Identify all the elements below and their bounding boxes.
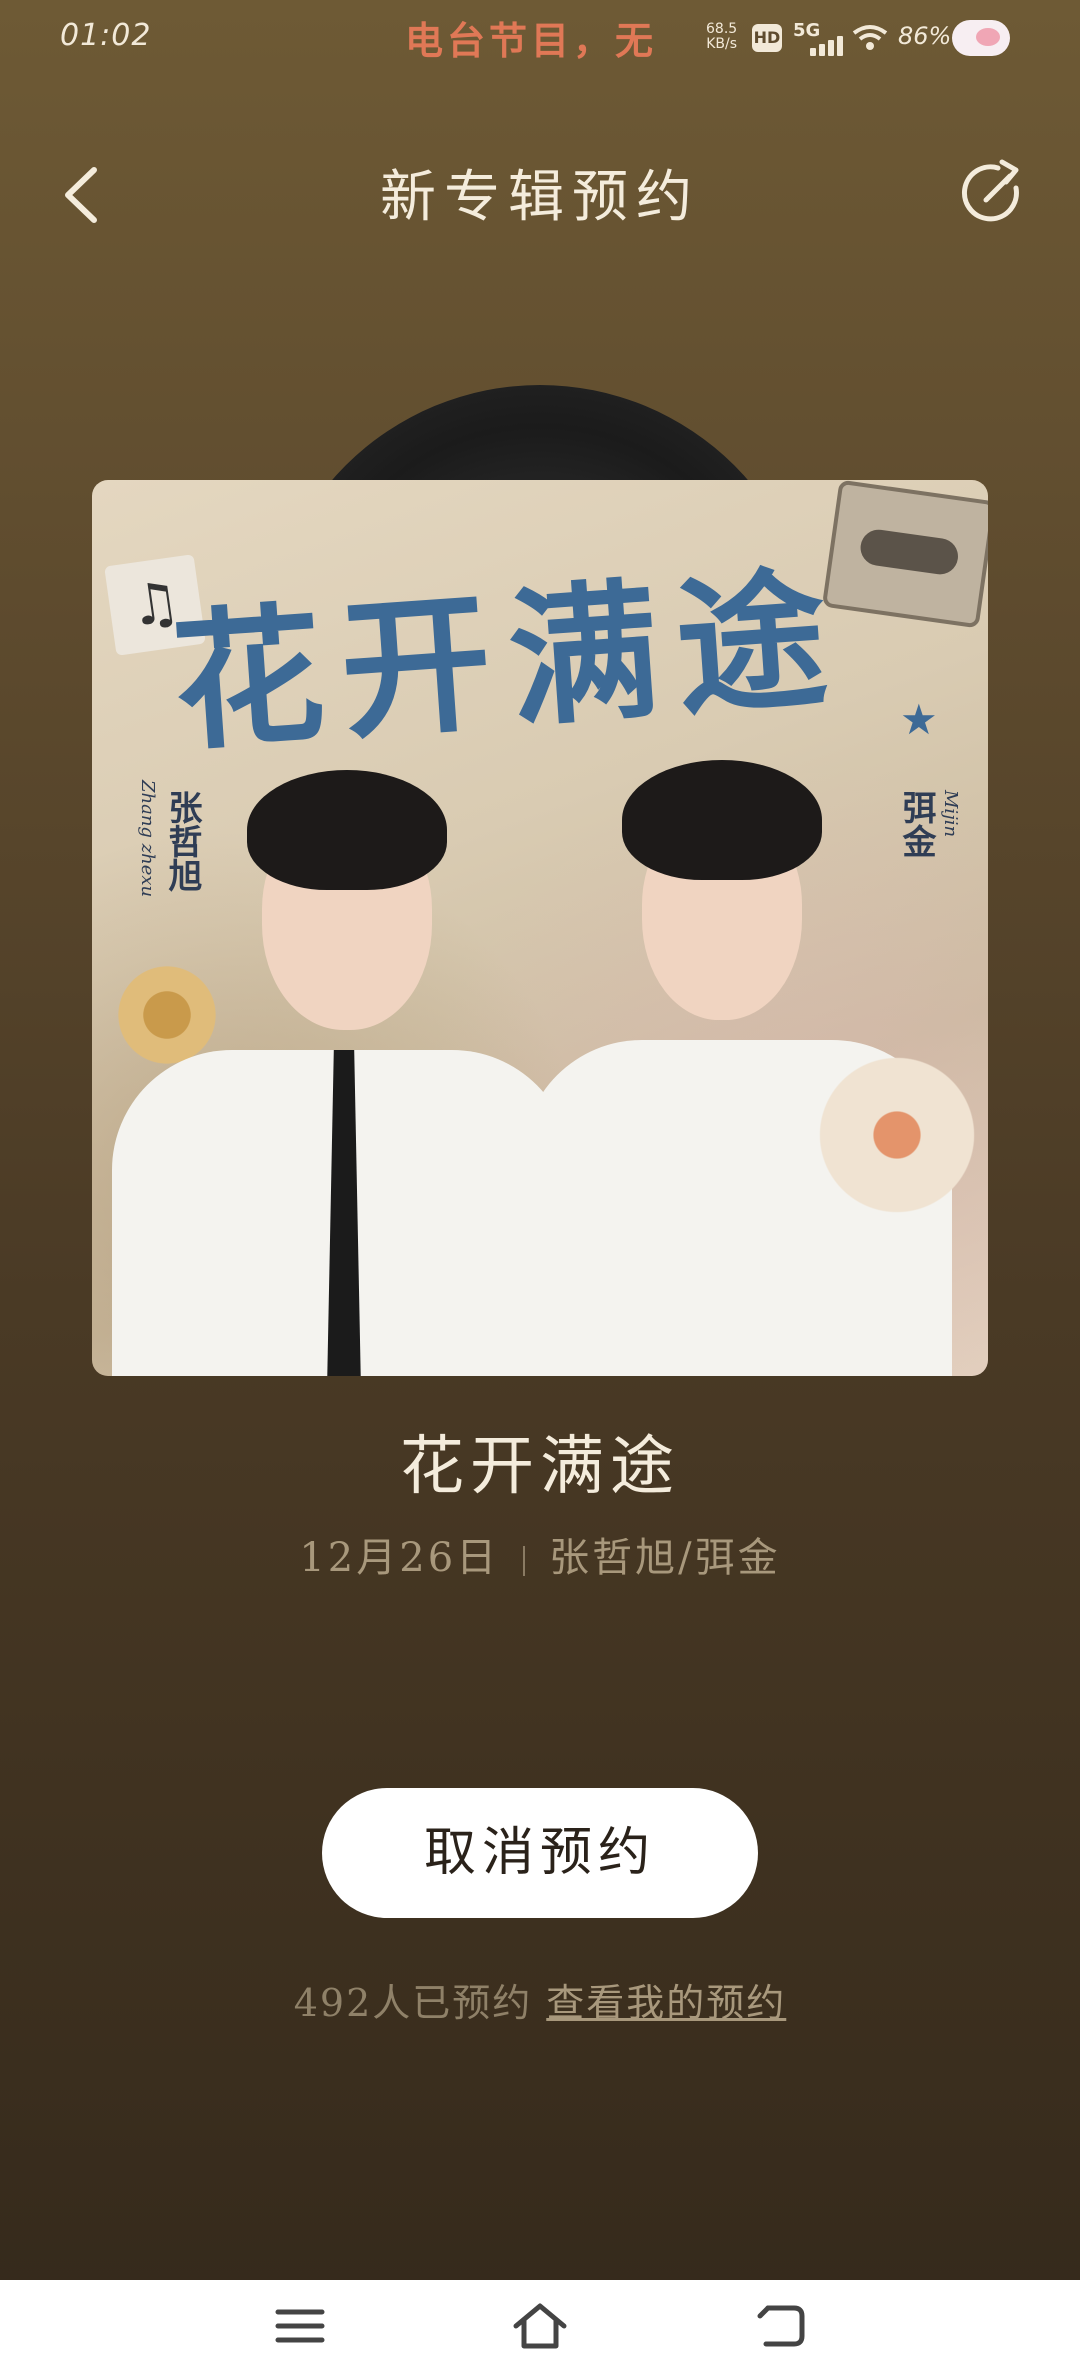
release-date: 12月26日	[299, 1535, 500, 1581]
back-nav-icon[interactable]	[750, 2300, 810, 2350]
home-icon[interactable]	[510, 2300, 570, 2350]
album-title: 花开满途	[400, 1430, 680, 1504]
reservation-info: 492人已预约 查看我的预约	[0, 1972, 1080, 2027]
status-ticker: 电台节目，无	[405, 18, 658, 63]
reservation-count: 492人已预约	[293, 1981, 533, 2025]
status-bar: 01:02 电台节目，无 68.5 KB/s HD 5G 86%	[0, 0, 1080, 72]
cancel-reservation-button[interactable]: 取消预约	[322, 1788, 758, 1918]
net-speed: 68.5 KB/s	[706, 21, 738, 52]
clock: 01:02	[60, 18, 152, 53]
my-reservations-link[interactable]: 查看我的预约	[546, 1981, 786, 2025]
wifi-icon	[852, 25, 888, 50]
flower-decoration-right	[812, 1040, 982, 1230]
album-meta: 12月26日 张哲旭/弭金	[0, 1525, 1080, 1583]
share-button[interactable]	[958, 158, 1028, 228]
artist-photo-left	[112, 750, 572, 1376]
page-title: 新专辑预约	[380, 165, 700, 230]
pet-icon	[952, 20, 1010, 56]
divider	[523, 1546, 526, 1576]
cassette-icon	[821, 480, 988, 629]
menu-icon[interactable]	[270, 2300, 330, 2350]
hd-icon: HD	[752, 24, 782, 52]
battery-level: 86%	[898, 22, 952, 50]
signal-icon	[800, 24, 844, 56]
album-cover[interactable]: ♫ 花开满途 ★ 张哲旭 Zhang zhexu 弭金 Mijin	[92, 480, 988, 1376]
system-nav-bar	[0, 2280, 1080, 2368]
star-icon: ★	[900, 695, 938, 744]
album-artists: 张哲旭/弭金	[549, 1535, 781, 1581]
top-nav: 新专辑预约	[0, 140, 1080, 240]
